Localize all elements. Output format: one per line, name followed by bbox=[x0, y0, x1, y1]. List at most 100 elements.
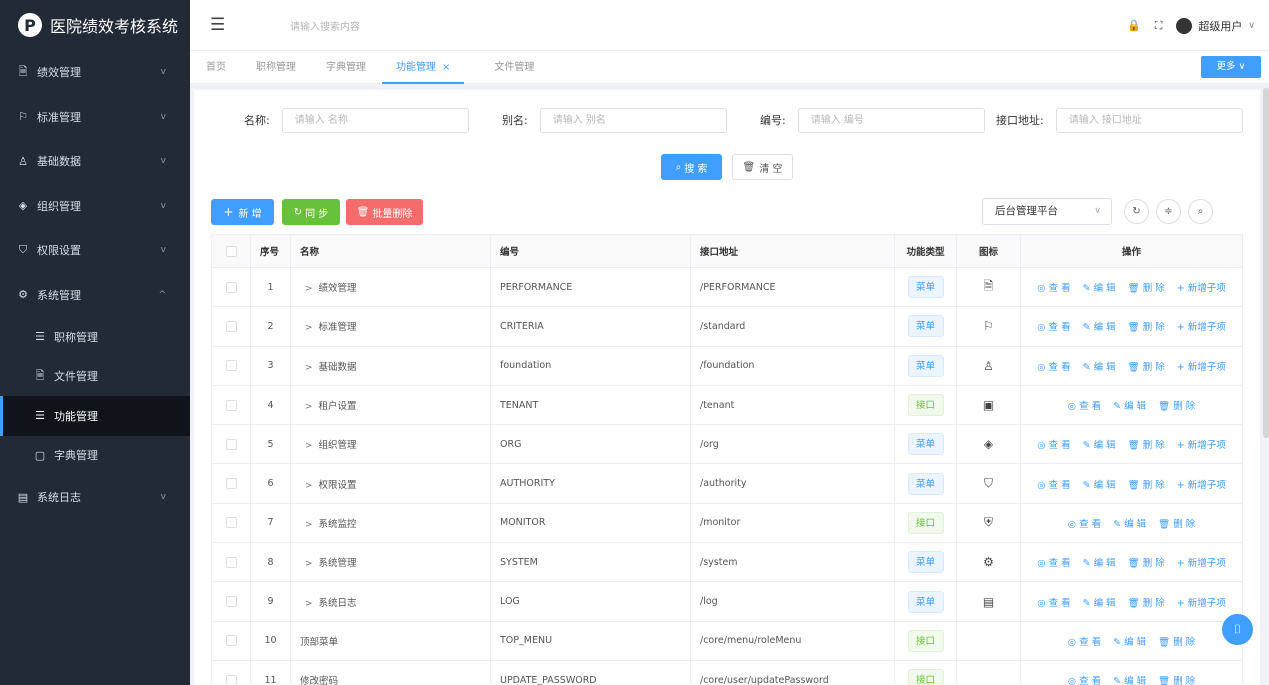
select-all-cell[interactable] bbox=[211, 234, 251, 268]
view-button[interactable]: ◎ 查 看 bbox=[1037, 283, 1070, 294]
fullscreen-icon[interactable]: ⛶ bbox=[1155, 19, 1163, 33]
edit-button[interactable]: ✎ 编 辑 bbox=[1113, 637, 1146, 648]
add-child-button[interactable]: + 新增子项 bbox=[1177, 480, 1226, 491]
expand-icon[interactable]: > bbox=[305, 481, 313, 491]
delete-button[interactable]: 🗑 删 除 bbox=[1158, 519, 1195, 530]
scrollbar[interactable] bbox=[1263, 88, 1269, 438]
view-button[interactable]: ◎ 查 看 bbox=[1037, 598, 1070, 609]
sidebar-item-sub-0[interactable]: ☰ 职称管理 bbox=[0, 317, 190, 357]
delete-button[interactable]: 🗑 删 除 bbox=[1128, 322, 1165, 333]
row-checkbox[interactable] bbox=[225, 478, 237, 490]
edit-button[interactable]: ✎ 编 辑 bbox=[1083, 558, 1116, 569]
view-button[interactable]: ◎ 查 看 bbox=[1068, 637, 1101, 648]
view-button[interactable]: ◎ 查 看 bbox=[1037, 362, 1070, 373]
row-select-cell[interactable] bbox=[211, 346, 251, 386]
row-checkbox[interactable] bbox=[225, 438, 237, 450]
user-menu[interactable]: 超级用户 ∨ bbox=[1176, 17, 1255, 34]
row-select-cell[interactable] bbox=[211, 581, 251, 622]
delete-button[interactable]: 🗑 删 除 bbox=[1128, 598, 1165, 609]
row-select-cell[interactable] bbox=[211, 621, 251, 661]
sidebar-item-top-4[interactable]: ⛉ 权限设置 v bbox=[0, 228, 190, 273]
add-child-button[interactable]: + 新增子项 bbox=[1177, 362, 1226, 373]
expand-icon[interactable]: > bbox=[305, 441, 313, 451]
code-input[interactable]: 请输入 编号 bbox=[797, 107, 985, 133]
view-button[interactable]: ◎ 查 看 bbox=[1068, 519, 1101, 530]
sidebar-item-sub-1[interactable]: 🗎 文件管理 bbox=[0, 357, 190, 397]
row-select-cell[interactable] bbox=[211, 424, 251, 465]
name-input[interactable]: 请输入 名称 bbox=[281, 107, 469, 133]
delete-button[interactable]: 🗑 删 除 bbox=[1158, 637, 1195, 648]
row-checkbox[interactable] bbox=[225, 556, 237, 568]
batch-delete-button[interactable]: 🗑 批量删除 bbox=[346, 199, 423, 225]
expand-icon[interactable]: > bbox=[305, 284, 313, 294]
tab-1[interactable]: 职称管理 bbox=[256, 51, 296, 84]
row-checkbox[interactable] bbox=[225, 320, 237, 332]
view-button[interactable]: ◎ 查 看 bbox=[1037, 558, 1070, 569]
row-checkbox[interactable] bbox=[225, 596, 237, 608]
sidebar-item-bottom-0[interactable]: ▤ 系统日志 v bbox=[0, 475, 190, 520]
more-button[interactable]: 更多 ∨ bbox=[1201, 56, 1261, 78]
delete-button[interactable]: 🗑 删 除 bbox=[1158, 676, 1195, 685]
row-checkbox[interactable] bbox=[225, 360, 237, 372]
sync-button[interactable]: ↻ 同 步 bbox=[282, 199, 340, 225]
select-all-checkbox[interactable] bbox=[225, 245, 237, 257]
search-toggle-icon[interactable]: ⌕ bbox=[1188, 199, 1213, 224]
row-select-cell[interactable] bbox=[211, 267, 251, 308]
view-button[interactable]: ◎ 查 看 bbox=[1037, 480, 1070, 491]
tab-2[interactable]: 字典管理 bbox=[326, 51, 366, 84]
row-select-cell[interactable] bbox=[211, 463, 251, 504]
expand-icon[interactable]: > bbox=[305, 363, 313, 373]
view-button[interactable]: ◎ 查 看 bbox=[1037, 440, 1070, 451]
app-logo[interactable]: P 医院绩效考核系统 bbox=[0, 0, 190, 50]
expand-icon[interactable]: > bbox=[305, 402, 313, 412]
delete-button[interactable]: 🗑 删 除 bbox=[1128, 362, 1165, 373]
global-search-input[interactable]: 请输入搜索内容 bbox=[290, 18, 360, 33]
api-input[interactable]: 请输入 接口地址 bbox=[1055, 107, 1243, 133]
edit-button[interactable]: ✎ 编 辑 bbox=[1113, 676, 1146, 685]
expand-icon[interactable]: > bbox=[305, 559, 313, 569]
sidebar-item-top-0[interactable]: 🗎 绩效管理 v bbox=[0, 50, 190, 95]
add-button[interactable]: + 新 增 bbox=[211, 199, 274, 225]
close-icon[interactable]: × bbox=[442, 62, 450, 73]
row-select-cell[interactable] bbox=[211, 660, 251, 685]
row-select-cell[interactable] bbox=[211, 503, 251, 544]
refresh-icon[interactable]: ↻ bbox=[1124, 199, 1149, 224]
row-checkbox[interactable] bbox=[225, 281, 237, 293]
search-button[interactable]: ⌕ 搜 索 bbox=[661, 154, 722, 180]
edit-button[interactable]: ✎ 编 辑 bbox=[1113, 519, 1146, 530]
row-checkbox[interactable] bbox=[225, 517, 237, 529]
sidebar-item-top-2[interactable]: ♙ 基础数据 v bbox=[0, 139, 190, 184]
row-select-cell[interactable] bbox=[211, 306, 251, 347]
edit-button[interactable]: ✎ 编 辑 bbox=[1083, 283, 1116, 294]
add-child-button[interactable]: + 新增子项 bbox=[1177, 283, 1226, 294]
tab-0[interactable]: 首页 bbox=[206, 51, 226, 84]
delete-button[interactable]: 🗑 删 除 bbox=[1128, 440, 1165, 451]
edit-button[interactable]: ✎ 编 辑 bbox=[1083, 440, 1116, 451]
add-child-button[interactable]: + 新增子项 bbox=[1177, 598, 1226, 609]
add-child-button[interactable]: + 新增子项 bbox=[1177, 558, 1226, 569]
edit-button[interactable]: ✎ 编 辑 bbox=[1113, 401, 1146, 412]
view-button[interactable]: ◎ 查 看 bbox=[1068, 676, 1101, 685]
sidebar-item-top-3[interactable]: ◈ 组织管理 v bbox=[0, 184, 190, 229]
add-child-button[interactable]: + 新增子项 bbox=[1177, 322, 1226, 333]
row-select-cell[interactable] bbox=[211, 542, 251, 583]
row-select-cell[interactable] bbox=[211, 385, 251, 426]
delete-button[interactable]: 🗑 删 除 bbox=[1128, 480, 1165, 491]
sidebar-item-sub-2[interactable]: ☰ 功能管理 bbox=[0, 396, 190, 436]
alias-input[interactable]: 请输入 别名 bbox=[539, 107, 727, 133]
edit-button[interactable]: ✎ 编 辑 bbox=[1083, 322, 1116, 333]
column-settings-icon[interactable]: ≑ bbox=[1156, 199, 1181, 224]
expand-icon[interactable]: > bbox=[305, 323, 313, 333]
expand-icon[interactable]: > bbox=[305, 520, 313, 530]
platform-select[interactable]: 后台管理平台 ∨ bbox=[982, 198, 1112, 225]
delete-button[interactable]: 🗑 删 除 bbox=[1128, 283, 1165, 294]
camera-icon[interactable]: ⌷ bbox=[1222, 614, 1253, 645]
sidebar-item-sub-3[interactable]: ▢ 字典管理 bbox=[0, 436, 190, 476]
tab-4[interactable]: 文件管理 bbox=[494, 51, 534, 84]
lock-icon[interactable]: 🔒 bbox=[1127, 19, 1141, 32]
edit-button[interactable]: ✎ 编 辑 bbox=[1083, 362, 1116, 373]
edit-button[interactable]: ✎ 编 辑 bbox=[1083, 480, 1116, 491]
clear-button[interactable]: 🗑 清 空 bbox=[732, 154, 793, 180]
add-child-button[interactable]: + 新增子项 bbox=[1177, 440, 1226, 451]
view-button[interactable]: ◎ 查 看 bbox=[1037, 322, 1070, 333]
